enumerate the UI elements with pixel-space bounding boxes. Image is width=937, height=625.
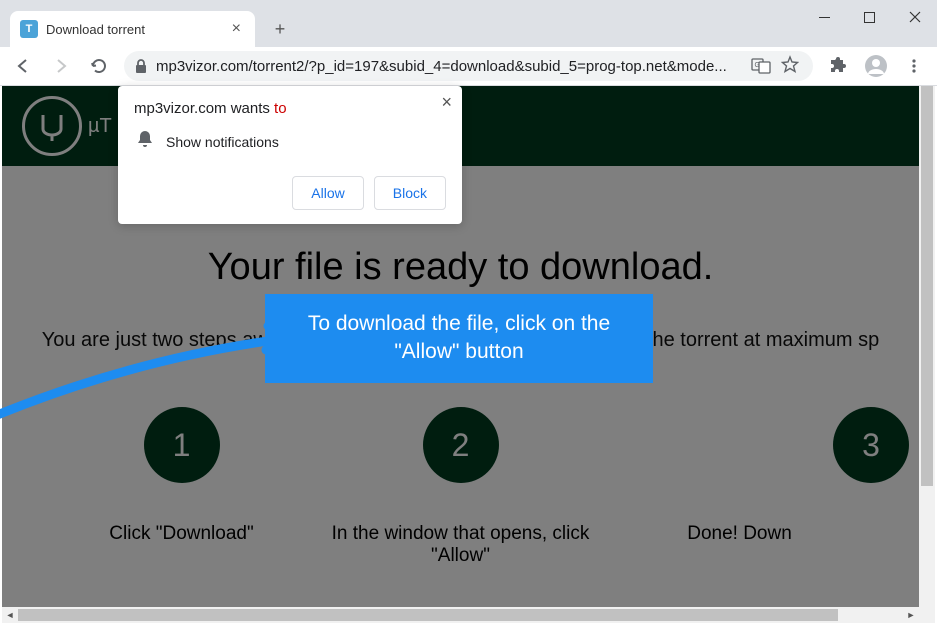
browser-tab[interactable]: T Download torrent ×: [10, 11, 255, 47]
svg-text:G: G: [755, 62, 760, 69]
notification-permission-popup: × mp3vizor.com wants to Show notificatio…: [118, 86, 462, 224]
scrollbar-corner: [919, 607, 935, 623]
tab-close-icon[interactable]: ×: [228, 18, 245, 40]
horizontal-scrollbar[interactable]: ◄ ►: [2, 607, 919, 623]
profile-avatar-icon[interactable]: [859, 49, 893, 83]
scroll-right-icon[interactable]: ►: [903, 607, 919, 623]
maximize-button[interactable]: [847, 2, 892, 32]
bell-icon: [136, 129, 154, 154]
scrollbar-thumb[interactable]: [18, 609, 838, 621]
tab-favicon: T: [20, 20, 38, 38]
scroll-left-icon[interactable]: ◄: [2, 607, 18, 623]
allow-button[interactable]: Allow: [292, 176, 363, 210]
vertical-scrollbar[interactable]: [919, 86, 935, 607]
lock-icon: [134, 58, 150, 74]
permission-origin-text: mp3vizor.com wants to: [134, 100, 446, 117]
browser-toolbar: mp3vizor.com/torrent2/?p_id=197&subid_4=…: [0, 47, 937, 86]
popup-close-icon[interactable]: ×: [441, 92, 452, 113]
bookmark-star-icon[interactable]: [777, 55, 803, 78]
scrollbar-thumb[interactable]: [921, 86, 933, 486]
extensions-icon[interactable]: [821, 49, 855, 83]
forward-button[interactable]: [44, 49, 78, 83]
permission-body-text: Show notifications: [166, 134, 279, 150]
block-button[interactable]: Block: [374, 176, 446, 210]
tab-strip: T Download torrent × +: [0, 0, 937, 47]
translate-icon[interactable]: G: [751, 57, 771, 75]
close-window-button[interactable]: [892, 2, 937, 32]
tab-title: Download torrent: [46, 22, 220, 37]
address-bar[interactable]: mp3vizor.com/torrent2/?p_id=197&subid_4=…: [124, 51, 813, 81]
back-button[interactable]: [6, 49, 40, 83]
url-text: mp3vizor.com/torrent2/?p_id=197&subid_4=…: [156, 58, 745, 75]
reload-button[interactable]: [82, 49, 116, 83]
new-tab-button[interactable]: +: [265, 14, 295, 44]
menu-icon[interactable]: [897, 49, 931, 83]
minimize-button[interactable]: [802, 2, 847, 32]
instruction-tooltip: To download the file, click on the "Allo…: [265, 294, 653, 383]
